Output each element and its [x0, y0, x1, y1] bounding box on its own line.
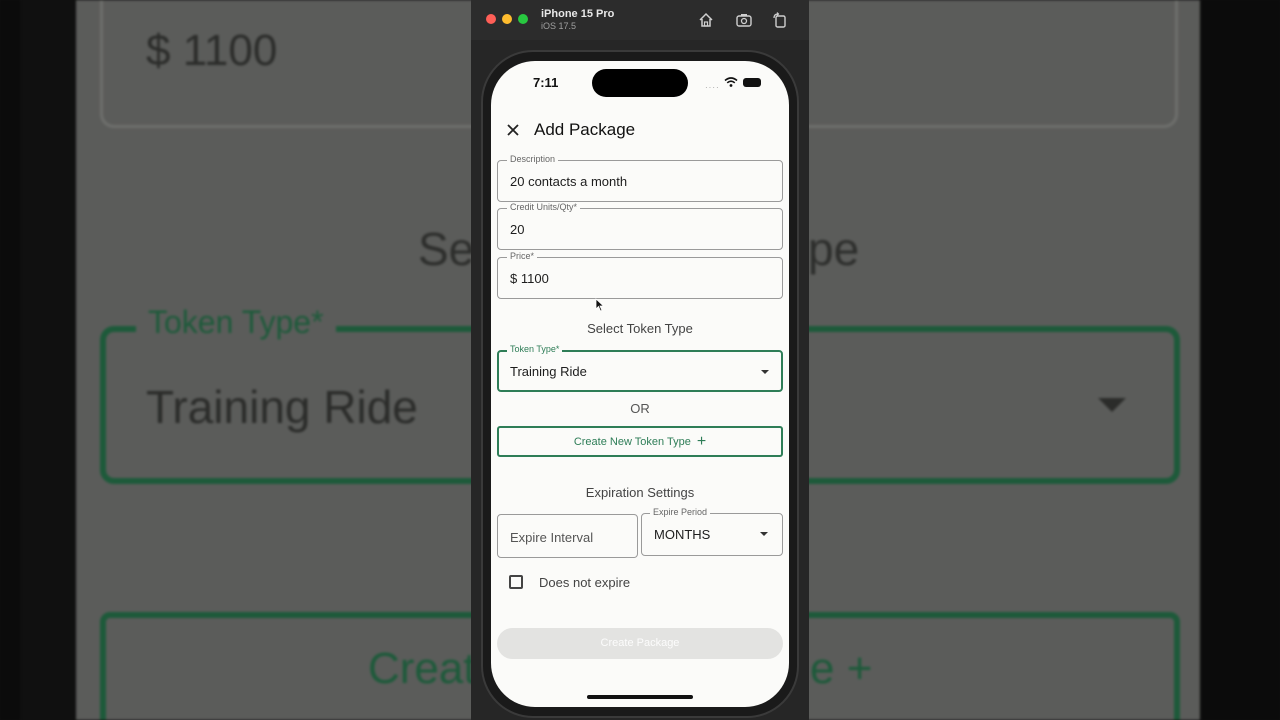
create-token-type-label: Create New Token Type [573, 436, 691, 448]
price-label: Price* [507, 251, 538, 261]
zoom-window-button[interactable] [518, 14, 528, 24]
description-value[interactable]: 20 contacts a month [510, 174, 627, 189]
simulator-titlebar: iPhone 15 Pro iOS 17.5 [471, 0, 809, 40]
background-create-left: Creat [368, 644, 476, 693]
expire-period-select[interactable]: Expire Period MONTHS [641, 507, 783, 556]
expire-period-label: Expire Period [650, 507, 711, 517]
simulator-os-version: iOS 17.5 [541, 21, 577, 31]
token-type-label: Token Type* [507, 344, 563, 354]
chevron-down-icon [760, 532, 768, 536]
background-heading-right: pe [808, 223, 860, 275]
mouse-cursor-icon [595, 298, 605, 312]
create-package-button[interactable]: Create Package [497, 628, 783, 659]
page-title: Add Package [534, 120, 636, 139]
does-not-expire-label[interactable]: Does not expire [539, 575, 630, 590]
screenshot-icon[interactable] [735, 11, 753, 29]
background-create-right: e + [810, 644, 873, 693]
close-window-button[interactable] [486, 14, 496, 24]
simulator-window: iPhone 15 Pro iOS 17.5 7:11 ···· Add Pac… [471, 0, 809, 720]
does-not-expire-checkbox[interactable] [509, 575, 523, 589]
rotate-icon[interactable] [771, 11, 789, 29]
create-token-type-button[interactable]: Create New Token Type + [497, 426, 783, 457]
wifi-icon [724, 77, 738, 87]
background-heading-left: Se [418, 223, 475, 275]
simulator-device-name: iPhone 15 Pro [541, 8, 615, 20]
battery-icon [743, 78, 761, 87]
expiration-heading: Expiration Settings [585, 485, 695, 500]
minimize-window-button[interactable] [502, 14, 512, 24]
home-indicator[interactable] [587, 695, 693, 699]
credit-units-field[interactable]: Credit Units/Qty* 20 [497, 202, 783, 250]
expire-interval-placeholder: Expire Interval [510, 530, 594, 545]
credit-units-label: Credit Units/Qty* [507, 202, 581, 212]
background-price-text: $ 1100 [146, 26, 278, 75]
chevron-down-icon [761, 370, 769, 374]
or-divider-text: OR [630, 401, 650, 416]
dynamic-island [592, 69, 688, 97]
select-token-heading: Select Token Type [587, 321, 693, 336]
price-value[interactable]: $ 1100 [510, 271, 549, 286]
background-caret-icon [1098, 398, 1126, 412]
home-icon[interactable] [697, 11, 715, 29]
credit-units-value[interactable]: 20 [510, 222, 524, 237]
background-token-label: Token Type* [136, 304, 336, 341]
signal-icon: ···· [705, 83, 720, 92]
close-icon[interactable] [504, 121, 522, 139]
phone-screen: 7:11 ···· Add Package Description 20 con… [491, 61, 789, 707]
description-label: Description [507, 154, 559, 164]
price-field[interactable]: Price* $ 1100 [497, 251, 783, 299]
expire-interval-input[interactable]: Expire Interval [497, 514, 638, 558]
token-type-value: Training Ride [510, 364, 587, 379]
background-left-strip [0, 0, 20, 720]
background-right-strip [1200, 0, 1280, 720]
status-time: 7:11 [533, 75, 559, 90]
token-type-select[interactable]: Token Type* Training Ride [497, 344, 783, 392]
background-token-value: Training Ride [146, 381, 418, 433]
expire-period-value: MONTHS [654, 527, 711, 542]
plus-icon: + [696, 433, 707, 450]
description-field[interactable]: Description 20 contacts a month [497, 154, 783, 202]
